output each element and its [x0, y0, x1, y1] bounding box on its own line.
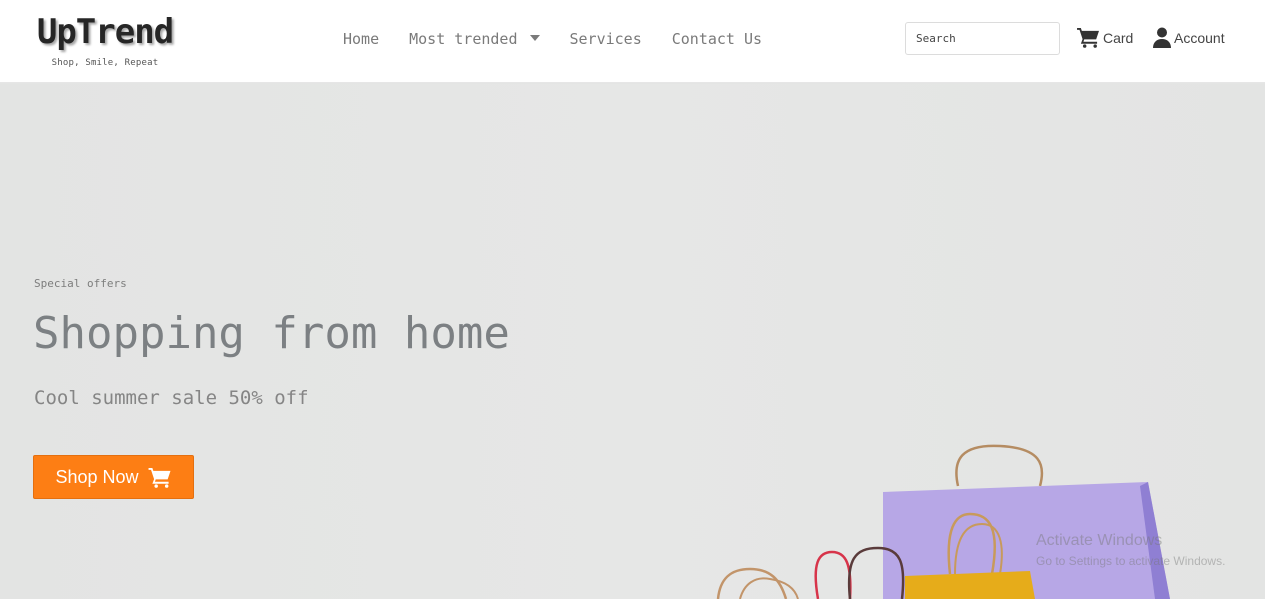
nav-most-trended[interactable]: Most trended	[409, 30, 517, 48]
brand-logo[interactable]: UpTrend	[30, 12, 180, 52]
hero-title: Shopping from home	[33, 308, 510, 359]
shopping-bags-image	[716, 444, 1170, 599]
nav-home[interactable]: Home	[343, 30, 379, 48]
brand-tagline: Shop, Smile, Repeat	[51, 58, 159, 68]
navbar: UpTrend Shop, Smile, Repeat Home Most tr…	[0, 0, 1265, 83]
watermark-subtitle: Go to Settings to activate Windows.	[1036, 554, 1226, 568]
card-label[interactable]: Card	[1103, 30, 1133, 46]
shop-now-label[interactable]: Shop Now	[55, 467, 138, 488]
watermark-title: Activate Windows	[1036, 532, 1163, 549]
main-nav: Home Most trended Services Contact Us	[343, 28, 762, 50]
account-label[interactable]: Account	[1174, 30, 1225, 46]
brand[interactable]: UpTrend Shop, Smile, Repeat	[30, 12, 180, 68]
hero-banner: Special offers Shopping from home Cool s…	[0, 84, 1265, 599]
card-link[interactable]: Card	[1077, 27, 1133, 48]
nav-services[interactable]: Services	[570, 30, 642, 48]
nav-most-trended-dropdown[interactable]: Most trended	[409, 30, 540, 48]
activate-windows-watermark: Activate Windows Go to Settings to activ…	[1036, 532, 1225, 568]
cart-icon	[148, 467, 171, 488]
hero-label: Special offers	[34, 277, 127, 290]
cart-icon	[1077, 27, 1099, 48]
caret-down-icon[interactable]	[529, 35, 540, 41]
search-input[interactable]	[905, 22, 1060, 55]
nav-contact[interactable]: Contact Us	[672, 30, 762, 48]
user-icon	[1153, 27, 1171, 48]
account-link[interactable]: Account	[1153, 27, 1225, 48]
hero-subtitle: Cool summer sale 50% off	[34, 387, 309, 409]
shop-now-button[interactable]: Shop Now	[33, 455, 194, 499]
